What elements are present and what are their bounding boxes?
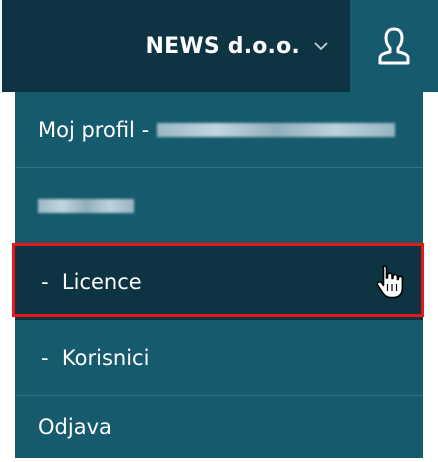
company-name: NEWS d.o.o.: [145, 33, 300, 59]
top-bar: NEWS d.o.o.: [0, 0, 438, 93]
chevron-down-icon: [314, 42, 328, 51]
redacted-company-name: [38, 198, 134, 213]
company-dropdown-button[interactable]: NEWS d.o.o.: [2, 0, 350, 92]
user-icon: [378, 27, 410, 65]
menu-item-company[interactable]: [15, 168, 423, 244]
redacted-user-name: [157, 122, 396, 137]
menu-item-logout[interactable]: Odjava: [15, 396, 423, 458]
logout-label: Odjava: [38, 415, 112, 439]
hand-cursor-icon: [376, 265, 404, 299]
menu-item-licence[interactable]: - Licence: [15, 244, 423, 320]
user-menu-button[interactable]: [350, 0, 438, 92]
profile-label: Moj profil -: [38, 117, 150, 142]
menu-item-profile[interactable]: Moj profil -: [15, 92, 423, 168]
menu-item-korisnici[interactable]: - Korisnici: [15, 320, 423, 396]
licence-label: - Licence: [41, 269, 142, 294]
korisnici-label: - Korisnici: [41, 345, 150, 370]
user-dropdown-menu: Moj profil - - Licence - Korisnici Odjav…: [15, 92, 423, 458]
